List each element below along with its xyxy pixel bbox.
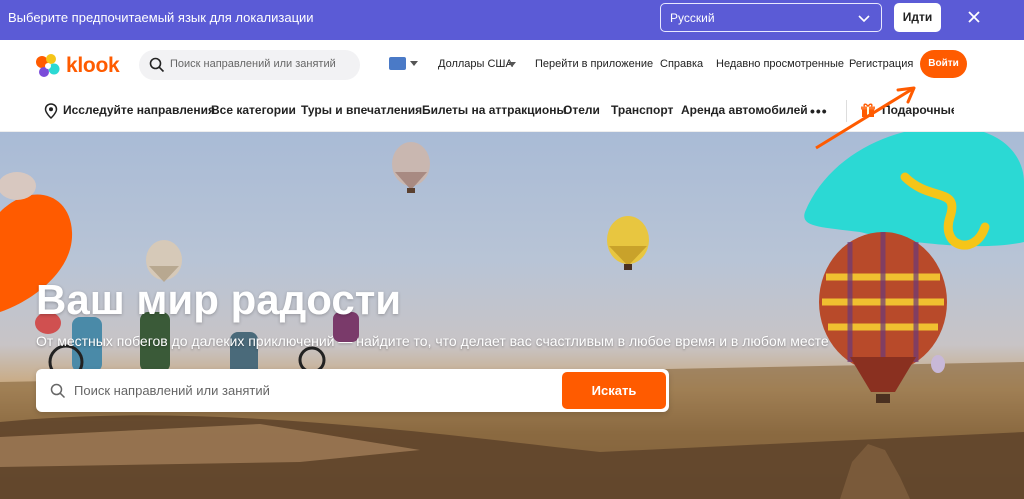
hero-title: Ваш мир радости — [36, 276, 402, 323]
klook-logo[interactable]: klook — [34, 53, 120, 79]
caret-down-icon[interactable] — [508, 62, 516, 67]
category-bar: Исследуйте направления Все категории Тур… — [0, 90, 1024, 132]
hero-subtitle: От местных побегов до далеких приключени… — [36, 333, 829, 349]
location-pin-icon — [44, 103, 58, 119]
logo-mark-icon — [36, 54, 60, 77]
category-attraction-tickets[interactable]: Билеты на аттракционы — [422, 103, 567, 117]
balloon — [931, 355, 945, 373]
close-icon[interactable] — [966, 9, 982, 25]
caret-down-icon[interactable] — [410, 61, 418, 66]
language-select-value: Русский — [670, 11, 715, 25]
language-prompt: Выберите предпочитаемый язык для локализ… — [8, 10, 314, 25]
language-bar: Выберите предпочитаемый язык для локализ… — [0, 0, 1024, 40]
balloon — [392, 142, 430, 193]
category-transport[interactable]: Транспорт — [611, 103, 673, 117]
category-gift-cards[interactable]: Подарочные карты — [882, 103, 954, 117]
header-search-input[interactable]: Поиск направлений или занятий — [139, 50, 360, 80]
category-tours[interactable]: Туры и впечатления — [301, 103, 422, 117]
language-select[interactable]: Русский — [660, 3, 882, 32]
logo-text: klook — [66, 54, 120, 77]
nav-recently-viewed[interactable]: Недавно просмотренные — [716, 58, 844, 70]
category-all[interactable]: Все категории — [211, 103, 296, 117]
globe-icon[interactable] — [389, 57, 406, 70]
currency-selector[interactable]: Доллары США — [438, 58, 513, 70]
header-search-placeholder: Поиск направлений или занятий — [170, 58, 336, 70]
balloon — [607, 216, 649, 270]
search-icon — [50, 383, 66, 399]
hero-search-placeholder: Поиск направлений или занятий — [74, 383, 270, 398]
hero-banner: Ваш мир радости От местных побегов до да… — [0, 132, 1024, 499]
login-button[interactable]: Войти — [920, 50, 967, 78]
more-icon[interactable]: ••• — [810, 103, 828, 119]
main-header: klook Поиск направлений или занятий Долл… — [0, 40, 1024, 90]
category-car-rental[interactable]: Аренда автомобилей — [681, 103, 808, 117]
nav-register[interactable]: Регистрация — [849, 58, 913, 70]
category-explore-destinations[interactable]: Исследуйте направления — [63, 103, 215, 117]
search-icon — [149, 57, 165, 73]
category-hotels[interactable]: Отели — [563, 103, 600, 117]
nav-help[interactable]: Справка — [660, 58, 703, 70]
divider — [846, 100, 847, 122]
chevron-down-icon — [858, 15, 870, 23]
nav-open-app[interactable]: Перейти в приложение — [535, 58, 653, 70]
search-button[interactable]: Искать — [562, 372, 666, 409]
gift-icon — [861, 103, 875, 117]
go-button[interactable]: Идти — [894, 3, 941, 32]
